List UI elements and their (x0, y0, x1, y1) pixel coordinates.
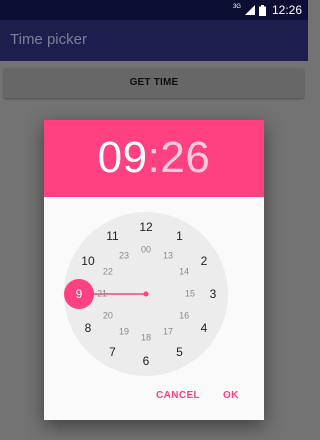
get-time-button[interactable]: GET TIME (4, 68, 304, 98)
clock-inner-hour-15[interactable]: 15 (185, 289, 195, 299)
hour-display[interactable]: 09 (98, 133, 148, 182)
clock-hour-12[interactable]: 12 (139, 221, 152, 233)
network-type-label: 3G (232, 4, 241, 10)
clock-hour-11[interactable]: 11 (106, 230, 118, 242)
app-title: Time picker (10, 31, 87, 48)
clock-inner-hour-00[interactable]: 00 (141, 245, 151, 255)
clock-inner-hour-14[interactable]: 14 (179, 267, 189, 277)
cancel-button[interactable]: CANCEL (156, 390, 200, 401)
clock-inner-hour-22[interactable]: 22 (103, 267, 113, 277)
clock-inner-hour-16[interactable]: 16 (179, 311, 189, 321)
minute-display[interactable]: 26 (160, 133, 210, 182)
dialog-actions: CANCEL OK (44, 390, 264, 406)
clock-inner-hour-13[interactable]: 13 (163, 251, 173, 260)
clock-inner-hour-19[interactable]: 19 (119, 327, 129, 337)
clock-hour-5[interactable]: 5 (176, 346, 183, 358)
app-bar: Time picker (0, 20, 308, 61)
time-picker-dialog: 09:26 00 13 14 15 16 17 18 19 20 21 22 23 12 1 2 3 4 5 6 7 8… (44, 120, 264, 420)
clock-hour-4[interactable]: 4 (201, 322, 208, 334)
clock-hour-2[interactable]: 2 (201, 255, 208, 267)
clock-hour-6[interactable]: 6 (143, 355, 150, 367)
signal-icon (244, 5, 255, 15)
clock-hour-1[interactable]: 1 (176, 230, 183, 242)
clock-hour-9[interactable]: 9 (76, 288, 83, 300)
clock-center-dot (143, 291, 149, 297)
clock-inner-hour-20[interactable]: 20 (103, 311, 113, 321)
status-clock: 12:26 (271, 3, 302, 17)
clock-face[interactable]: 00 13 14 15 16 17 18 19 20 21 22 23 12 1 2 3 4 5 6 7 8 9 10 11 (64, 212, 228, 376)
clock-hour-7[interactable]: 7 (109, 346, 116, 358)
clock-hour-3[interactable]: 3 (210, 288, 217, 300)
dialog-header: 09:26 (44, 120, 264, 197)
battery-icon (258, 4, 266, 16)
time-display: 09:26 (44, 132, 264, 184)
clock-hand-layer (64, 279, 149, 309)
time-separator: : (147, 133, 161, 182)
status-bar: 3G 12:26 (0, 0, 308, 20)
clock-hour-8[interactable]: 8 (85, 322, 92, 334)
clock-inner-hour-17[interactable]: 17 (163, 327, 173, 337)
clock-inner-hour-18[interactable]: 18 (141, 333, 151, 343)
clock-inner-hour-23[interactable]: 23 (119, 251, 129, 260)
clock-inner-hour-21[interactable]: 21 (97, 289, 107, 299)
clock-hour-10[interactable]: 10 (81, 255, 94, 267)
status-icons: 3G 12:26 (233, 3, 302, 17)
ok-button[interactable]: OK (223, 390, 239, 401)
